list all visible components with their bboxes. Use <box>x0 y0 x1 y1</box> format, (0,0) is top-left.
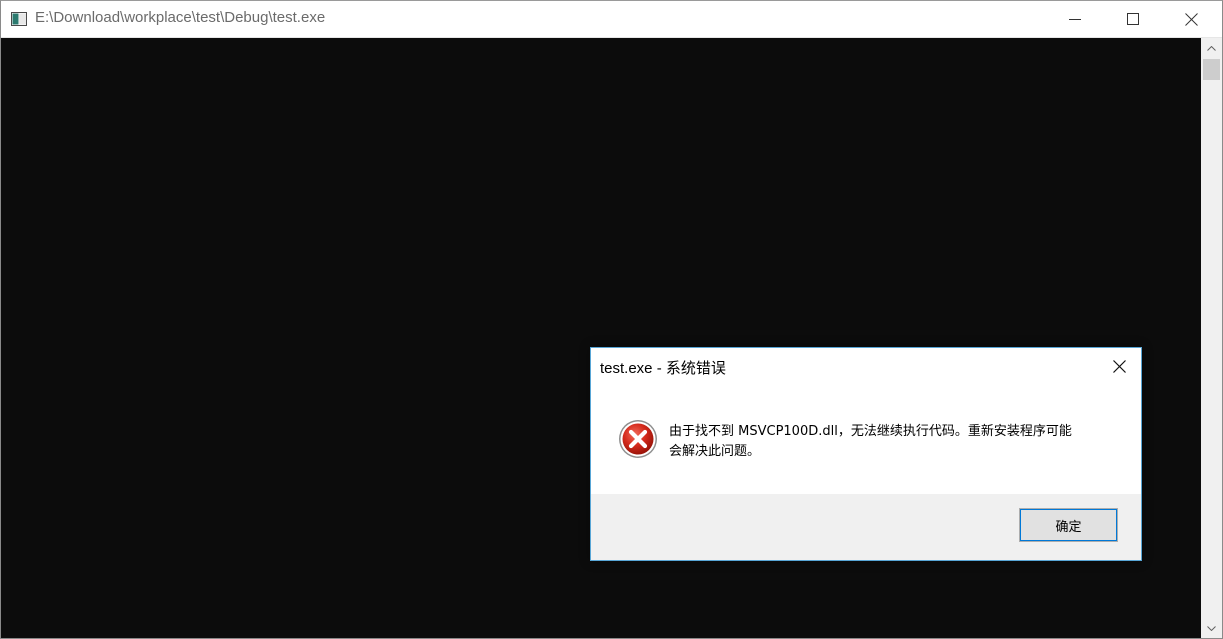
scroll-down-icon <box>1207 625 1216 631</box>
scroll-up-icon <box>1207 45 1216 51</box>
scroll-up-button[interactable] <box>1201 38 1222 58</box>
error-dialog: test.exe - 系统错误 由于找不到 MSVCP100D.dll，无法继续… <box>590 347 1142 561</box>
dialog-close-button[interactable] <box>1105 354 1133 380</box>
minimize-button[interactable] <box>1046 0 1104 38</box>
error-message: 由于找不到 MSVCP100D.dll，无法继续执行代码。重新安装程序可能 会解… <box>669 422 1109 462</box>
window-title: E:\Download\workplace\test\Debug\test.ex… <box>35 9 326 26</box>
maximize-button[interactable] <box>1104 0 1162 38</box>
scroll-thumb[interactable] <box>1203 59 1220 80</box>
dialog-title: test.exe - 系统错误 <box>600 360 726 377</box>
vertical-scrollbar[interactable] <box>1201 38 1222 638</box>
error-message-line: 由于找不到 MSVCP100D.dll，无法继续执行代码。重新安装程序可能 <box>669 424 1072 439</box>
scroll-down-button[interactable] <box>1201 618 1222 638</box>
error-message-line: 会解决此问题。 <box>669 444 761 459</box>
close-window-button[interactable] <box>1162 0 1220 38</box>
close-icon <box>1184 12 1198 26</box>
title-bar[interactable]: E:\Download\workplace\test\Debug\test.ex… <box>0 0 1223 38</box>
maximize-icon <box>1127 13 1139 25</box>
minimize-icon <box>1069 13 1081 25</box>
dialog-button-bar: 确定 <box>591 494 1141 560</box>
error-icon <box>618 419 658 459</box>
close-icon <box>1112 358 1126 377</box>
ok-button[interactable]: 确定 <box>1019 508 1118 542</box>
console-app-icon <box>11 11 27 26</box>
